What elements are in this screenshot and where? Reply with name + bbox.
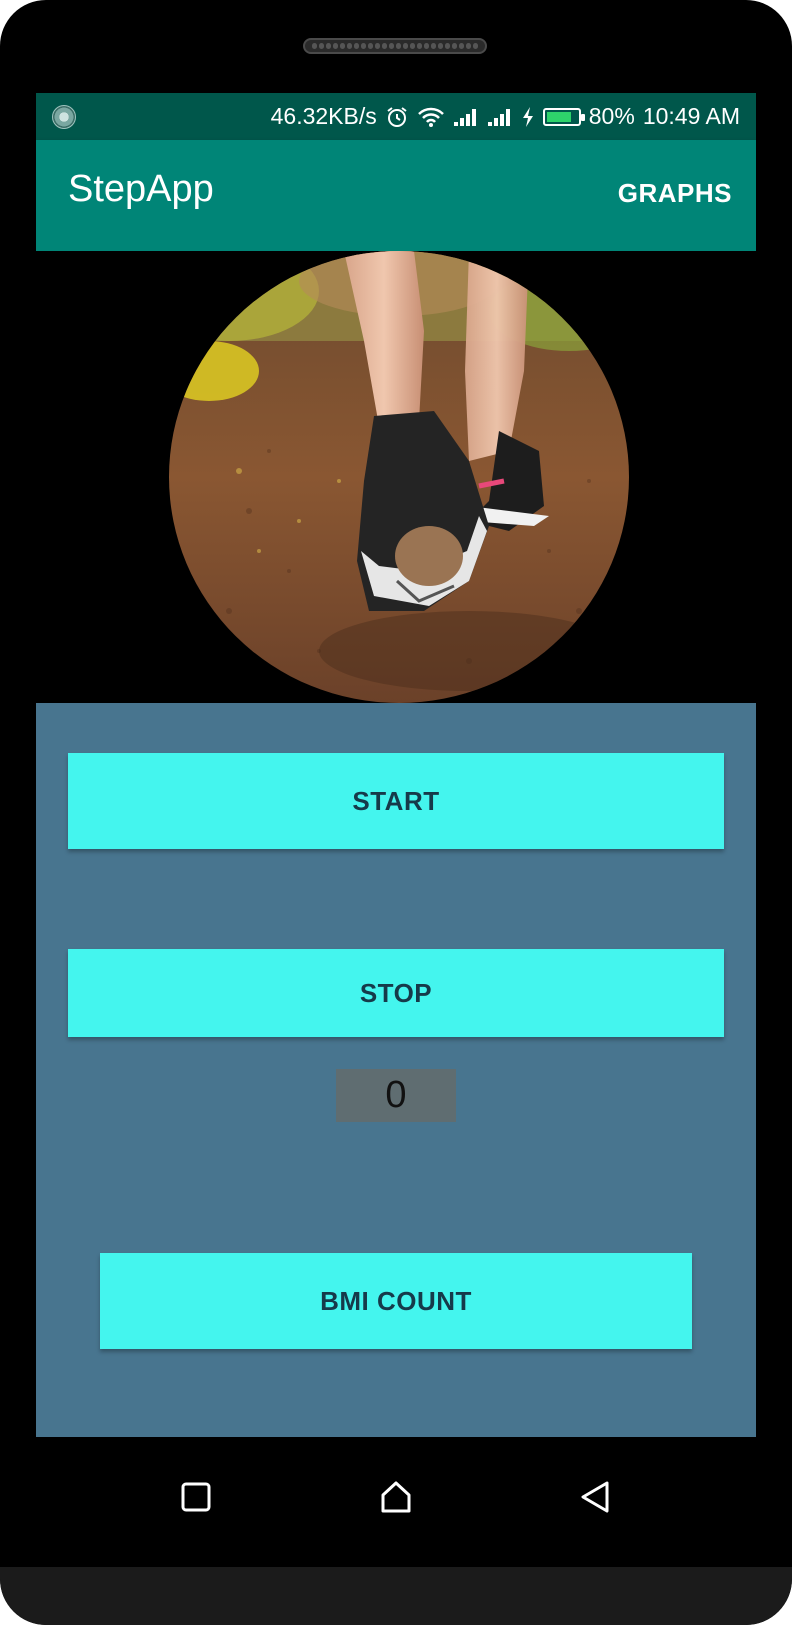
phone-frame: 46.32KB/s 80% 10:49 AM StepApp GRAPHS ST… [0,0,792,1625]
signal-icon [453,107,479,127]
controls-panel: START STOP 0 BMI COUNT [36,703,756,1437]
home-icon[interactable] [376,1477,416,1517]
charging-icon [521,106,535,128]
app-toolbar: StepApp GRAPHS [36,140,756,251]
start-button[interactable]: START [68,753,724,849]
system-nav-bar [0,1437,792,1567]
alarm-icon [385,105,409,129]
status-time: 10:49 AM [642,103,740,129]
status-indicators: 46.32KB/s 80% 10:49 AM [271,93,740,140]
recent-apps-icon[interactable] [176,1477,216,1517]
step-counter: 0 [336,1069,456,1122]
wifi-icon [417,106,445,128]
walking-shoes-photo [169,251,629,703]
back-icon[interactable] [575,1477,615,1517]
battery-icon [542,107,585,126]
stop-button[interactable]: STOP [68,949,724,1037]
bmi-count-button[interactable]: BMI COUNT [100,1253,692,1349]
speaker-grille [303,38,487,54]
network-speed: 46.32KB/s [270,103,377,129]
loading-icon [52,105,76,129]
battery-percent: 80% [588,103,635,129]
signal-icon [487,107,513,127]
graphs-button[interactable]: GRAPHS [618,178,732,209]
app-title: StepApp [68,168,214,210]
status-bar: 46.32KB/s 80% 10:49 AM [36,93,756,140]
battery-fill [546,111,571,122]
app-screen: 46.32KB/s 80% 10:49 AM StepApp GRAPHS ST… [36,93,756,1437]
phone-chin [0,1567,792,1625]
